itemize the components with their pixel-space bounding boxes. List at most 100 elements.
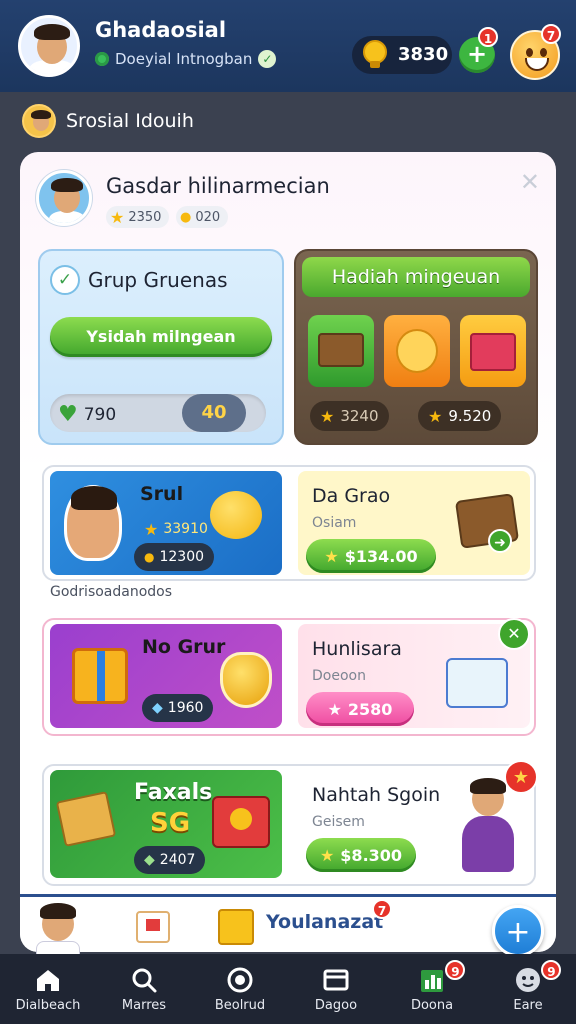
promo-stat: ◆ 1960 (142, 694, 214, 722)
reward-stat-right-value: 9.520 (448, 407, 492, 425)
coin-balance[interactable]: 3830 (352, 36, 452, 74)
profile-avatar[interactable] (36, 170, 92, 226)
nav-item-home[interactable]: Dialbeach (0, 954, 96, 1024)
promo-stat-1-value: 33910 (163, 521, 208, 537)
nav-item-stats[interactable]: 9 Doona (384, 954, 480, 1024)
promo-title: Srul (140, 483, 184, 505)
group-stat-pill: ♥ 790 40 (50, 394, 266, 432)
section-header: Srosial Idouih (22, 104, 194, 138)
offer-subtitle: Geisem (312, 814, 365, 830)
user-status-text: Doeyial Intnogban (115, 50, 253, 68)
promo-title: No Grur (142, 636, 226, 658)
check-icon: ✓ (50, 265, 80, 295)
profile-name: Gasdar hilinarmecian (106, 174, 330, 198)
nav-item-explore[interactable]: Beolrud (192, 954, 288, 1024)
group-stat-left-value: 790 (83, 404, 117, 425)
buy-button[interactable]: ★ $134.00 (306, 539, 436, 573)
list-item[interactable]: No Grur ◆ 1960 Hunlisara Doeoon ★ 2580 ✕ (42, 618, 536, 736)
weekly-reward-button[interactable]: Ysidah milngean (50, 317, 272, 357)
promo-stat-1: ★ 33910 (134, 515, 218, 543)
gift-card-icon (136, 911, 170, 943)
profile-stat-coins-value: 020 (195, 209, 221, 225)
character-avatar (32, 901, 84, 955)
shield-smiley-icon (220, 652, 272, 708)
star-icon: ★ (327, 699, 342, 719)
smiley-star-icon (210, 491, 262, 539)
nav-item-profile[interactable]: 9 Eare (480, 954, 576, 1024)
bottom-navigation: Dialbeach Marres Beolrud Dagoo 9 Doona 9… (0, 954, 576, 1024)
arrow-icon: ➜ (488, 529, 512, 553)
promo-banner[interactable]: Faxals SG ◆ 2407 (50, 770, 282, 878)
offer-title: Nahtah Sgoin (312, 784, 441, 806)
reward-stat-left: ★ 3240 (310, 401, 389, 431)
group-stat-left: ♥ 790 (58, 402, 116, 427)
close-icon[interactable]: ✕ (520, 168, 540, 196)
coin-icon: ● (144, 550, 155, 564)
promo-stat-2-value: 12300 (159, 549, 205, 565)
machine-icon (446, 658, 508, 708)
promo-banner[interactable]: Srul ★ 33910 ● 12300 (50, 471, 282, 575)
group-tile[interactable]: ✓ Grup Gruenas Ysidah milngean ♥ 790 40 (38, 249, 284, 445)
category-label: Godrisoadanodos (50, 584, 173, 600)
star-icon: ★ (144, 519, 159, 539)
nav-label: Eare (513, 998, 543, 1013)
wrench-icon[interactable]: ✕ (498, 618, 530, 650)
nav-item-search[interactable]: Marres (96, 954, 192, 1024)
group-stat-right: 40 (182, 394, 246, 432)
add-button[interactable]: + (492, 905, 544, 957)
treasure-chest-icon[interactable] (308, 315, 374, 387)
nav-item-cards[interactable]: Dagoo (288, 954, 384, 1024)
star-badge-icon[interactable]: ★ (504, 760, 538, 794)
add-coins-badge: 1 (478, 27, 498, 47)
gift-box-icon (72, 648, 128, 704)
offer-subtitle: Doeoon (312, 668, 366, 684)
offer-panel: Hunlisara Doeoon ★ 2580 ✕ (298, 618, 530, 728)
buy-button[interactable]: ★ $8.300 (306, 838, 416, 872)
verified-check-icon: ✓ (258, 50, 277, 68)
offer-subtitle: Osiam (312, 515, 357, 531)
character-illustration (458, 778, 520, 874)
buy-button-label: $134.00 (344, 546, 418, 566)
offer-panel: Da Grao Osiam ★ $134.00 ➜ (298, 471, 530, 575)
weekly-reward-tile[interactable]: Hadiah mingeuan ★ 3240 ★ 9.520 (294, 249, 538, 445)
list-item[interactable]: Srul ★ 33910 ● 12300 Da Grao Osiam ★ $13… (42, 465, 536, 581)
user-status: Doeyial Intnogban ✓ (95, 50, 277, 68)
promo-subtitle: SG (150, 808, 191, 838)
character-avatar (64, 485, 122, 561)
offer-title: Da Grao (312, 485, 391, 507)
star-icon: ★ (428, 406, 443, 426)
buy-button-label: 2580 (347, 699, 393, 719)
profile-icon (516, 968, 540, 992)
strip-text: Youlanazat (266, 911, 384, 933)
gift-box-icon (212, 796, 270, 848)
lightbulb-icon (363, 40, 387, 68)
bottom-promo-strip[interactable]: Youlanazat 7 + (20, 894, 556, 957)
promo-stat-2: ● 12300 (134, 543, 215, 571)
gift-box-icon[interactable] (460, 315, 526, 387)
weekly-reward-title: Hadiah mingeuan (302, 257, 530, 297)
offer-panel: Nahtah Sgoin Geisem ★ $8.300 ★ (298, 760, 538, 874)
nav-label: Marres (121, 998, 167, 1013)
nav-label: Doona (410, 998, 454, 1013)
buy-button[interactable]: ★ 2580 (306, 692, 414, 726)
social-card: ✕ Gasdar hilinarmecian ★ 2350 ● 020 ✓ Gr… (20, 152, 556, 957)
user-avatar[interactable] (18, 15, 80, 77)
section-avatar (22, 104, 56, 138)
star-icon: ★ (320, 406, 335, 426)
chart-icon (421, 970, 443, 992)
nav-label: Dagoo (314, 998, 358, 1013)
promo-banner[interactable]: No Grur ◆ 1960 (50, 624, 282, 728)
gem-icon: ◆ (152, 700, 163, 716)
profile-stat-stars: ★ 2350 (106, 206, 170, 228)
list-item[interactable]: Faxals SG ◆ 2407 Nahtah Sgoin Geisem ★ $… (42, 760, 538, 886)
star-icon: ★ (319, 845, 335, 865)
profile-stat-coins: ● 020 (176, 206, 229, 228)
star-icon: ★ (110, 207, 125, 227)
coin-icon: ● (180, 209, 192, 225)
online-status-icon (95, 52, 109, 66)
compass-icon (227, 967, 253, 993)
search-icon (132, 968, 157, 993)
card-icon (323, 969, 349, 991)
home-icon (37, 970, 59, 991)
mascot-reward-icon[interactable] (384, 315, 450, 387)
